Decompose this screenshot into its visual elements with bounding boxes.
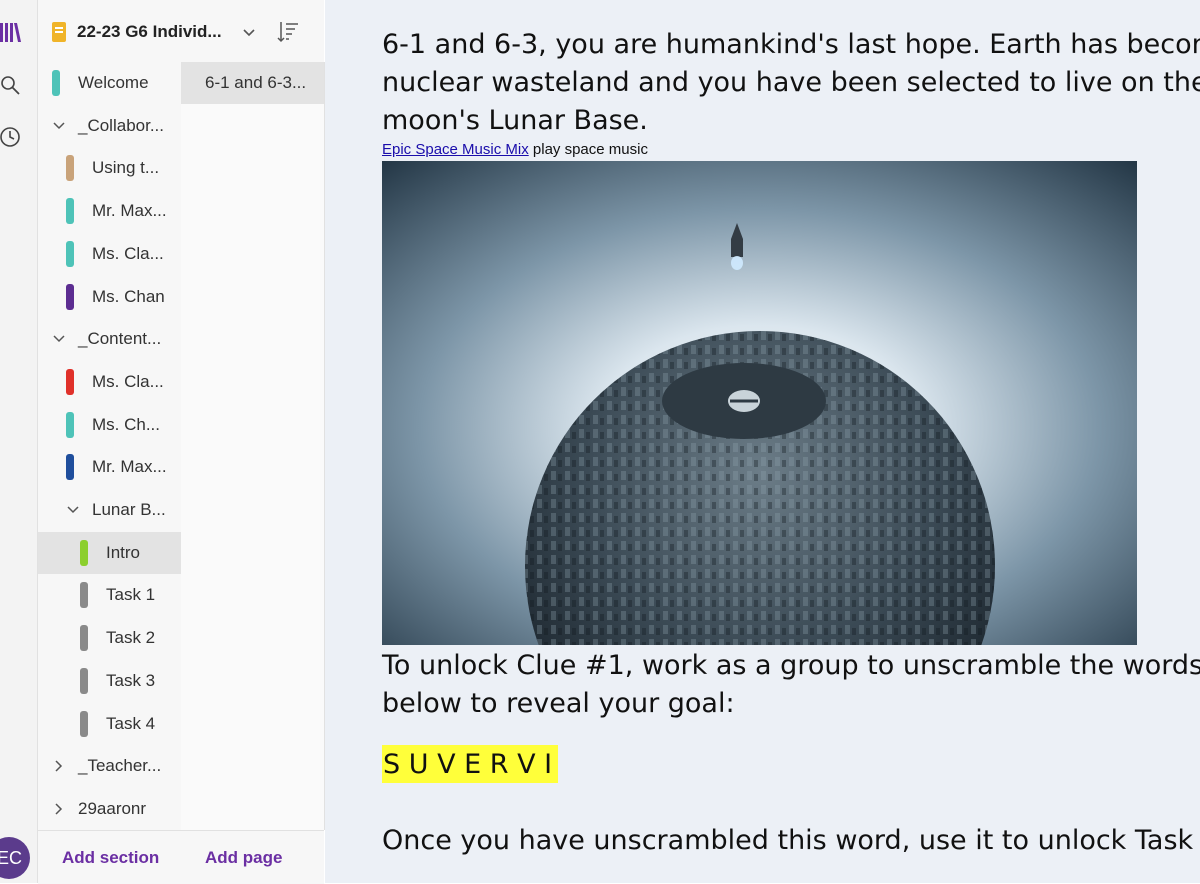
chevron-down-icon[interactable] xyxy=(52,332,66,346)
section-item[interactable]: Task 1 xyxy=(38,574,181,616)
section-label: Task 4 xyxy=(106,713,156,733)
bottom-bar: Add section Add page xyxy=(38,830,324,884)
section-item[interactable]: Ms. Chan xyxy=(38,276,181,318)
notebook-title: 22-23 G6 Individ... xyxy=(77,22,222,41)
section-color-tab xyxy=(66,198,74,225)
section-label: 29aaronr xyxy=(78,798,147,818)
section-color-tab xyxy=(52,70,60,96)
section-color-tab xyxy=(80,625,88,652)
page-item[interactable]: 6-1 and 6-3... xyxy=(181,62,324,104)
section-label: Mr. Max... xyxy=(92,201,167,221)
page-canvas[interactable]: 6-1 and 6-3, you are humankind's last ho… xyxy=(325,0,1200,883)
section-color-tab xyxy=(66,411,74,438)
avatar[interactable]: EC xyxy=(0,837,30,879)
section-label: Task 1 xyxy=(106,585,156,605)
section-group[interactable]: _Teacher... xyxy=(38,745,181,787)
section-color-tab xyxy=(66,283,74,310)
chevron-down-icon[interactable] xyxy=(66,503,80,517)
section-label: _Content... xyxy=(78,329,162,349)
scrambled-word: S U V E R V I xyxy=(382,745,559,783)
intro-line-3: moon's Lunar Base. xyxy=(382,105,648,136)
music-link-caption: play space music xyxy=(532,141,648,158)
section-item[interactable]: Using t... xyxy=(38,147,181,189)
add-page-button[interactable]: Add page xyxy=(205,848,282,868)
chevron-down-icon[interactable] xyxy=(241,22,257,42)
lunar-city-image xyxy=(382,161,1137,645)
chevron-right-icon[interactable] xyxy=(52,802,66,816)
notebook-header[interactable]: 22-23 G6 Individ... xyxy=(38,0,324,63)
section-group[interactable]: _Content... xyxy=(38,318,181,360)
section-label: Ms. Ch... xyxy=(92,414,161,434)
section-label: Lunar B... xyxy=(92,500,166,519)
section-item[interactable]: Ms. Ch... xyxy=(38,404,181,446)
add-section-button[interactable]: Add section xyxy=(62,848,159,868)
section-item[interactable]: Welcome xyxy=(38,62,181,104)
section-label: Welcome xyxy=(78,73,149,92)
recent-icon[interactable] xyxy=(0,126,22,148)
section-group[interactable]: Lunar B... xyxy=(38,489,181,531)
section-item[interactable]: Ms. Cla... xyxy=(38,361,181,403)
section-item[interactable]: Ms. Cla... xyxy=(38,233,181,275)
section-label: Intro xyxy=(106,542,141,562)
icon-rail: EC xyxy=(0,0,38,883)
section-label: _Collabor... xyxy=(78,115,164,135)
section-color-tab xyxy=(66,368,74,395)
section-label: Task 2 xyxy=(106,628,156,648)
page-item-label: 6-1 and 6-3... xyxy=(205,73,307,92)
intro-line-2: nuclear wasteland and you have been sele… xyxy=(382,67,1200,98)
section-label: Ms. Cla... xyxy=(92,243,164,263)
section-label: Using t... xyxy=(92,158,160,178)
chevron-right-icon[interactable] xyxy=(52,759,66,773)
section-color-tab xyxy=(80,667,88,694)
section-color-tab xyxy=(66,155,74,182)
clue-line-2: below to reveal your goal: xyxy=(382,688,735,719)
sort-icon[interactable] xyxy=(276,20,300,44)
section-label: Mr. Max... xyxy=(92,457,167,477)
section-color-tab xyxy=(66,454,74,481)
section-label: Ms. Cla... xyxy=(92,371,164,391)
notebook-icon xyxy=(52,22,66,42)
section-color-tab xyxy=(66,240,74,267)
section-label: Ms. Chan xyxy=(92,286,165,306)
music-link-line: Epic Space Music Mix play space music xyxy=(382,141,648,158)
section-item[interactable]: Mr. Max... xyxy=(38,190,181,232)
section-item[interactable]: Mr. Max... xyxy=(38,446,181,488)
section-group[interactable]: _Collabor... xyxy=(38,105,181,147)
section-group[interactable]: 29aaronr xyxy=(38,788,181,830)
section-item[interactable]: Task 2 xyxy=(38,617,181,659)
intro-line-1: 6-1 and 6-3, you are humankind's last ho… xyxy=(382,29,1200,60)
section-label: _Teacher... xyxy=(78,756,162,776)
search-icon[interactable] xyxy=(0,74,22,96)
section-color-tab xyxy=(80,539,88,566)
chevron-down-icon[interactable] xyxy=(52,119,66,133)
page-list: 6-1 and 6-3... xyxy=(181,62,325,830)
music-link[interactable]: Epic Space Music Mix xyxy=(382,141,529,158)
section-label: Task 3 xyxy=(106,670,156,690)
final-instruction: Once you have unscrambled this word, use… xyxy=(382,825,1200,856)
section-item[interactable]: Task 3 xyxy=(38,660,181,702)
notebooks-icon[interactable] xyxy=(0,22,22,44)
section-list: Welcome _Collabor... Using t... Mr. Max... M… xyxy=(38,62,182,830)
section-color-tab xyxy=(80,582,88,609)
clue-line-1: To unlock Clue #1, work as a group to un… xyxy=(382,650,1200,681)
section-item[interactable]: Task 4 xyxy=(38,703,181,745)
section-item[interactable]: Intro xyxy=(38,531,181,574)
section-color-tab xyxy=(80,710,88,737)
